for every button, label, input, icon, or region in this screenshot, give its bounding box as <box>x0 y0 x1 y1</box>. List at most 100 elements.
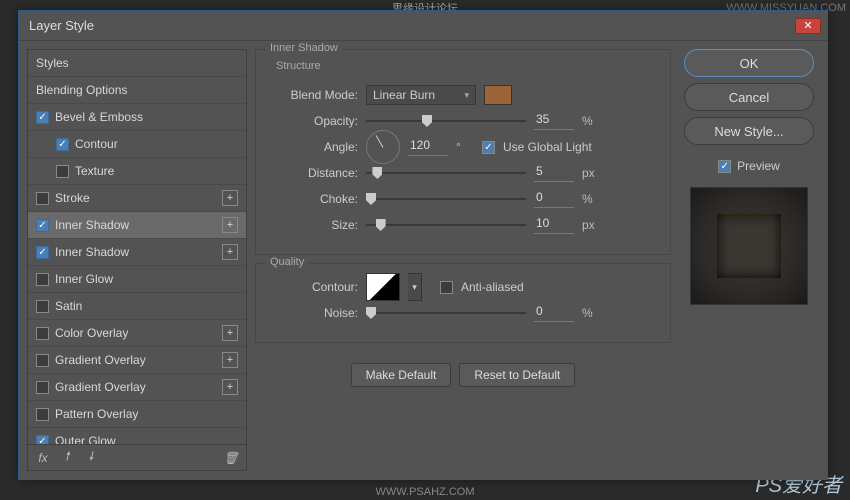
chevron-down-icon: ▾ <box>464 90 469 101</box>
style-item-checkbox[interactable] <box>36 354 49 367</box>
style-item-inner-shadow[interactable]: Inner Shadow+ <box>28 212 246 239</box>
blend-mode-select[interactable]: Linear Burn ▾ <box>366 85 476 105</box>
opacity-label: Opacity: <box>268 114 358 128</box>
style-item-label: Gradient Overlay <box>55 353 146 367</box>
ok-button[interactable]: OK <box>684 49 814 77</box>
style-item-checkbox[interactable] <box>36 192 49 205</box>
size-unit: px <box>582 218 600 232</box>
style-item-gradient-overlay[interactable]: Gradient Overlay + <box>28 347 246 374</box>
distance-slider[interactable] <box>366 166 526 180</box>
style-item-contour[interactable]: Contour <box>28 131 246 158</box>
add-effect-icon[interactable]: + <box>222 325 238 341</box>
layer-style-dialog: Layer Style ✕ Styles Blending Options Beve… <box>18 10 828 480</box>
choke-slider[interactable] <box>366 192 526 206</box>
style-item-checkbox[interactable] <box>36 435 49 445</box>
style-item-inner-glow[interactable]: Inner Glow <box>28 266 246 293</box>
reset-default-button[interactable]: Reset to Default <box>459 363 575 387</box>
size-label: Size: <box>268 218 358 232</box>
blend-mode-value: Linear Burn <box>373 88 435 102</box>
distance-label: Distance: <box>268 166 358 180</box>
new-style-button[interactable]: New Style... <box>684 117 814 145</box>
add-effect-icon[interactable]: + <box>222 352 238 368</box>
trash-icon[interactable]: 🗑 <box>224 451 238 465</box>
blend-mode-row: Blend Mode: Linear Burn ▾ <box>268 82 658 108</box>
close-button[interactable]: ✕ <box>795 18 821 34</box>
angle-unit: ° <box>456 140 474 154</box>
style-item-checkbox[interactable] <box>36 246 49 259</box>
global-light-label: Use Global Light <box>503 140 592 154</box>
structure-title: Structure <box>268 60 658 72</box>
noise-slider[interactable] <box>366 306 526 320</box>
add-effect-icon[interactable]: + <box>222 190 238 206</box>
style-item-label: Pattern Overlay <box>55 407 138 421</box>
contour-row: Contour: ▾ Anti-aliased <box>268 274 658 300</box>
style-item-checkbox[interactable] <box>36 408 49 421</box>
style-item-color-overlay[interactable]: Color Overlay + <box>28 320 246 347</box>
cancel-button[interactable]: Cancel <box>684 83 814 111</box>
style-item-checkbox[interactable] <box>36 219 49 232</box>
style-item-satin[interactable]: Satin <box>28 293 246 320</box>
noise-row: Noise: 0 % <box>268 300 658 326</box>
angle-dial[interactable] <box>366 130 400 164</box>
preview-toggle[interactable]: ✓ Preview <box>718 159 780 173</box>
style-item-label: Outer Glow <box>55 434 116 444</box>
arrow-up-icon[interactable]: 🠕 <box>60 451 74 465</box>
style-item-pattern-overlay[interactable]: Pattern Overlay <box>28 401 246 428</box>
distance-input[interactable]: 5 <box>534 164 574 182</box>
style-item-checkbox[interactable] <box>36 300 49 313</box>
shadow-color-swatch[interactable] <box>484 85 512 105</box>
noise-label: Noise: <box>268 306 358 320</box>
style-item-label: Blending Options <box>36 83 127 97</box>
opacity-input[interactable]: 35 <box>534 112 574 130</box>
anti-aliased-label: Anti-aliased <box>461 280 524 294</box>
quality-group: Quality Contour: ▾ Anti-aliased Noise: 0… <box>255 263 671 343</box>
opacity-slider[interactable] <box>366 114 526 128</box>
add-effect-icon[interactable]: + <box>222 379 238 395</box>
choke-row: Choke: 0 % <box>268 186 658 212</box>
angle-input[interactable]: 120 <box>408 138 448 156</box>
style-item-checkbox[interactable] <box>36 381 49 394</box>
style-item-outer-glow[interactable]: Outer Glow <box>28 428 246 444</box>
style-item-checkbox[interactable] <box>36 273 49 286</box>
style-list-panel: Styles Blending Options Bevel & EmbossCont… <box>27 49 247 471</box>
distance-row: Distance: 5 px <box>268 160 658 186</box>
add-effect-icon[interactable]: + <box>222 244 238 260</box>
arrow-down-icon[interactable]: 🠗 <box>84 451 98 465</box>
titlebar: Layer Style ✕ <box>19 11 827 41</box>
style-item-styles[interactable]: Styles <box>28 50 246 77</box>
style-item-inner-shadow[interactable]: Inner Shadow + <box>28 239 246 266</box>
preview-thumbnail <box>690 187 808 305</box>
style-item-label: Color Overlay <box>55 326 128 340</box>
style-item-label: Inner Glow <box>55 272 113 286</box>
choke-input[interactable]: 0 <box>534 190 574 208</box>
style-item-bevel-emboss[interactable]: Bevel & Emboss <box>28 104 246 131</box>
default-buttons-row: Make Default Reset to Default <box>255 363 671 387</box>
style-item-checkbox[interactable] <box>36 327 49 340</box>
style-item-checkbox[interactable] <box>36 111 49 124</box>
preview-label: Preview <box>737 159 780 173</box>
style-item-label: Styles <box>36 56 69 70</box>
style-item-checkbox[interactable] <box>56 138 69 151</box>
contour-picker[interactable] <box>366 273 400 301</box>
noise-input[interactable]: 0 <box>534 304 574 322</box>
anti-aliased-checkbox[interactable] <box>440 281 453 294</box>
style-item-label: Inner Shadow <box>55 245 129 259</box>
blend-mode-label: Blend Mode: <box>268 88 358 102</box>
panel-title: Inner Shadow <box>266 42 342 54</box>
choke-label: Choke: <box>268 192 358 206</box>
style-item-texture[interactable]: Texture <box>28 158 246 185</box>
make-default-button[interactable]: Make Default <box>351 363 452 387</box>
global-light-checkbox[interactable]: ✓ <box>482 141 495 154</box>
contour-dropdown[interactable]: ▾ <box>408 273 422 301</box>
size-slider[interactable] <box>366 218 526 232</box>
style-item-checkbox[interactable] <box>56 165 69 178</box>
preview-checkbox[interactable]: ✓ <box>718 160 731 173</box>
style-item-label: Gradient Overlay <box>55 380 146 394</box>
size-input[interactable]: 10 <box>534 216 574 234</box>
fx-menu-icon[interactable]: fx <box>36 451 50 465</box>
style-item-blending-options[interactable]: Blending Options <box>28 77 246 104</box>
style-item-gradient-overlay[interactable]: Gradient Overlay + <box>28 374 246 401</box>
style-item-stroke[interactable]: Stroke+ <box>28 185 246 212</box>
add-effect-icon[interactable]: + <box>222 217 238 233</box>
size-row: Size: 10 px <box>268 212 658 238</box>
